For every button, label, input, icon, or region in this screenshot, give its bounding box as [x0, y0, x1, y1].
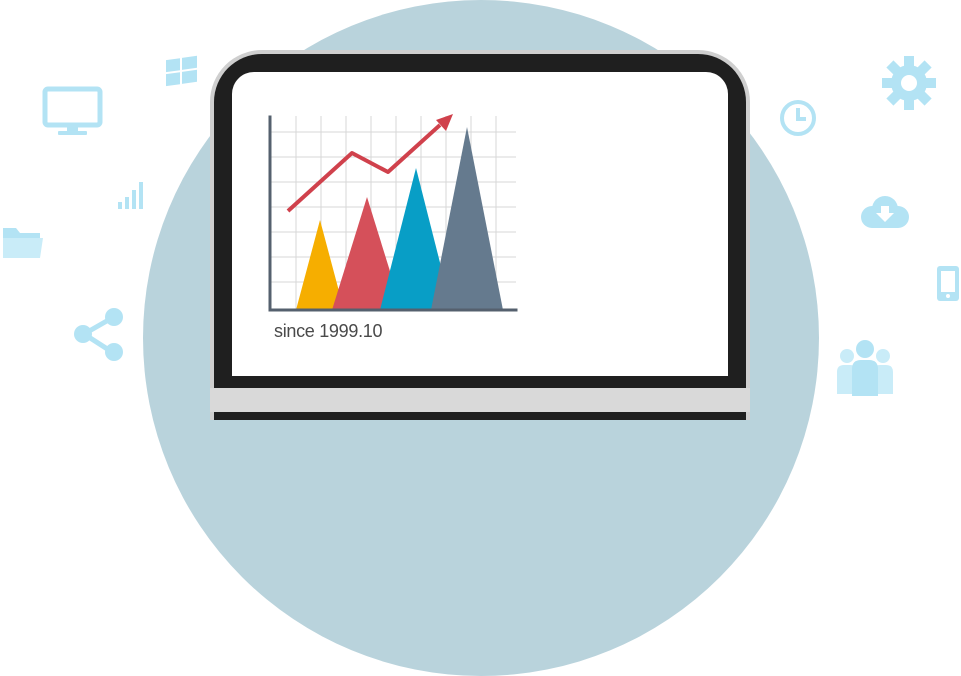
monitor-icon: [42, 86, 103, 135]
signal-bars-icon: [118, 182, 143, 209]
share-icon: [74, 308, 123, 361]
folder-icon: [3, 228, 43, 258]
mobile-phone-icon: [937, 266, 959, 301]
windows-logo-icon: [166, 55, 197, 87]
triangle-slate: [431, 127, 503, 310]
cloud-download-icon: [861, 196, 909, 228]
users-icon: [837, 340, 893, 396]
since-caption: since 1999.10: [274, 321, 383, 341]
gear-icon: [882, 56, 936, 110]
clock-icon: [780, 100, 816, 136]
